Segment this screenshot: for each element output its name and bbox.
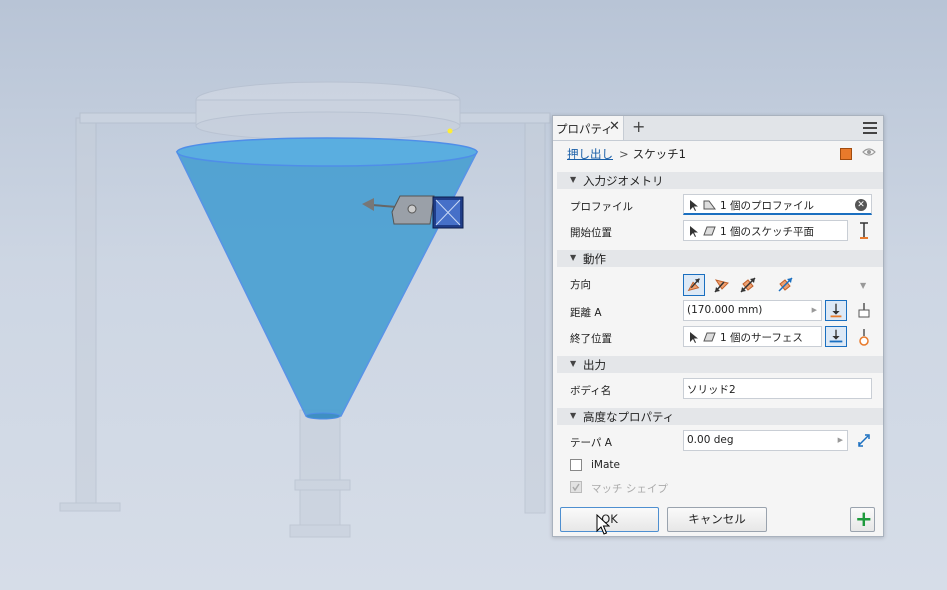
profile-selector[interactable]: 1 個のプロファイル ✕ xyxy=(683,194,872,215)
visibility-eye-icon[interactable] xyxy=(862,147,876,157)
close-icon[interactable]: ✕ xyxy=(609,119,620,134)
breadcrumb-extrude-link[interactable]: 押し出し xyxy=(567,147,613,161)
clear-icon[interactable]: ✕ xyxy=(855,199,867,211)
direction-default-icon[interactable] xyxy=(683,274,705,296)
mouse-pointer-icon xyxy=(596,514,610,535)
cancel-button[interactable]: キャンセル xyxy=(667,507,767,532)
start-value: 1 個のスケッチ平面 xyxy=(720,226,815,238)
end-value: 1 個のサーフェス xyxy=(720,332,803,344)
imate-label: iMate xyxy=(591,459,620,471)
imate-checkbox[interactable] xyxy=(570,459,582,471)
select-pointer-icon xyxy=(690,226,698,237)
direction-dropdown-icon[interactable]: ▼ xyxy=(860,281,866,290)
tab-properties[interactable]: プロパティ ✕ xyxy=(553,116,624,140)
section-advanced[interactable]: ▼ 高度なプロパティ xyxy=(557,408,883,425)
distance-mode-icon[interactable] xyxy=(825,300,847,321)
hopper-cone[interactable] xyxy=(175,137,479,420)
body-name-value: ソリッド2 xyxy=(687,384,736,396)
start-selector[interactable]: 1 個のスケッチ平面 xyxy=(683,220,848,241)
panel-tab-bar: プロパティ ✕ + xyxy=(553,116,883,141)
collapse-caret-icon: ▼ xyxy=(570,175,577,184)
match-shape-label: マッチ シェイプ xyxy=(591,483,668,495)
body-name-label: ボディ名 xyxy=(570,385,612,397)
through-all-icon[interactable] xyxy=(853,300,875,321)
green-plus-icon: + xyxy=(855,507,873,531)
checkmark-icon xyxy=(572,483,580,492)
sketch-plane-icon xyxy=(703,226,716,236)
end-label: 終了位置 xyxy=(570,333,612,345)
collapse-caret-icon: ▼ xyxy=(570,359,577,368)
sketch-point xyxy=(447,128,453,134)
select-pointer-icon xyxy=(690,200,698,211)
profile-label: プロファイル xyxy=(570,201,633,213)
section-input-geometry[interactable]: ▼ 入力ジオメトリ xyxy=(557,172,883,189)
direction-symmetric-icon[interactable] xyxy=(737,274,759,296)
add-tab-icon[interactable]: + xyxy=(632,117,645,136)
select-pointer-icon xyxy=(690,332,698,343)
expand-arrow-icon[interactable]: ▶ xyxy=(838,436,843,444)
offset-start-icon[interactable] xyxy=(853,220,875,241)
taper-input[interactable]: 0.00 deg ▶ xyxy=(683,430,848,451)
body-name-input[interactable]: ソリッド2 xyxy=(683,378,872,399)
section-title: 高度なプロパティ xyxy=(583,410,675,424)
section-behavior[interactable]: ▼ 動作 xyxy=(557,250,883,267)
taper-value: 0.00 deg xyxy=(687,434,734,446)
collapse-caret-icon: ▼ xyxy=(570,253,577,262)
direction-label: 方向 xyxy=(570,279,591,291)
direction-flipped-icon[interactable] xyxy=(710,274,732,296)
direction-asymmetric-icon[interactable] xyxy=(774,274,796,296)
profile-value: 1 個のプロファイル xyxy=(720,200,815,212)
tab-properties-label: プロパティ xyxy=(556,122,613,136)
to-next-icon[interactable] xyxy=(853,326,875,347)
start-label: 開始位置 xyxy=(570,227,612,239)
distance-value: (170.000 mm) xyxy=(687,304,763,316)
taper-label: テーパ A xyxy=(570,437,612,449)
breadcrumb-current: スケッチ1 xyxy=(632,147,686,161)
solid-body-icon[interactable] xyxy=(840,148,852,160)
apply-plus-button[interactable]: + xyxy=(850,507,875,532)
surface-icon xyxy=(703,332,716,342)
section-title: 入力ジオメトリ xyxy=(583,174,664,188)
to-face-icon[interactable] xyxy=(825,326,847,347)
section-output[interactable]: ▼ 出力 xyxy=(557,356,883,373)
distance-label: 距離 A xyxy=(570,307,602,319)
taper-flip-icon[interactable] xyxy=(853,430,875,451)
section-title: 動作 xyxy=(583,252,606,266)
profile-icon xyxy=(703,200,716,210)
distance-input[interactable]: (170.000 mm) ▶ xyxy=(683,300,822,321)
end-selector[interactable]: 1 個のサーフェス xyxy=(683,326,822,347)
collapse-caret-icon: ▼ xyxy=(570,411,577,420)
breadcrumb: 押し出し > スケッチ1 xyxy=(567,146,686,162)
hamburger-menu-icon[interactable] xyxy=(863,122,877,134)
expand-arrow-icon[interactable]: ▶ xyxy=(812,306,817,314)
breadcrumb-separator: > xyxy=(619,147,629,161)
properties-panel: プロパティ ✕ + 押し出し > スケッチ1 ▼ 入力ジオメトリ プロファイル 1 … xyxy=(552,115,884,537)
match-shape-checkbox[interactable] xyxy=(570,481,582,493)
section-title: 出力 xyxy=(583,358,606,372)
